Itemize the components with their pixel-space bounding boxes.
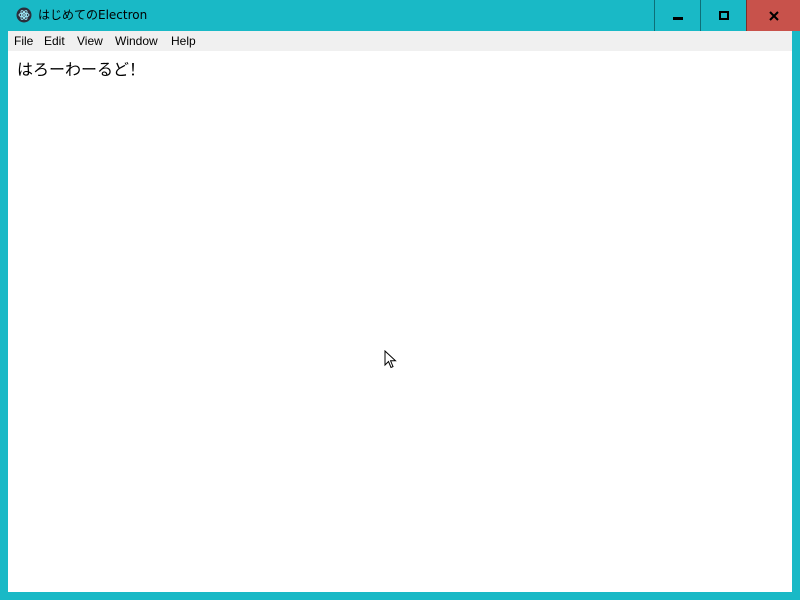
menu-bar: File Edit View Window Help xyxy=(8,31,792,51)
page-content[interactable]: はろーわーるど！ xyxy=(8,51,792,592)
menu-window[interactable]: Window xyxy=(109,31,164,51)
maximize-button[interactable] xyxy=(700,0,746,31)
close-icon xyxy=(768,10,779,21)
hello-world-text: はろーわーるど！ xyxy=(17,60,146,79)
menu-help[interactable]: Help xyxy=(165,31,202,51)
client-area: File Edit View Window Help はろーわーるど！ xyxy=(8,31,792,592)
mouse-cursor-icon xyxy=(384,350,397,369)
menu-file[interactable]: File xyxy=(8,31,39,51)
minimize-button[interactable] xyxy=(654,0,700,31)
menu-edit[interactable]: Edit xyxy=(38,31,71,51)
electron-atom-icon[interactable] xyxy=(16,7,32,23)
minimize-icon xyxy=(672,16,683,20)
title-bar[interactable]: はじめてのElectron xyxy=(0,0,800,31)
close-button[interactable] xyxy=(746,0,800,31)
app-window: はじめてのElectron File Edit View Window Help… xyxy=(0,0,800,600)
window-title: はじめてのElectron xyxy=(38,8,148,22)
menu-view[interactable]: View xyxy=(71,31,109,51)
maximize-icon xyxy=(718,10,729,20)
